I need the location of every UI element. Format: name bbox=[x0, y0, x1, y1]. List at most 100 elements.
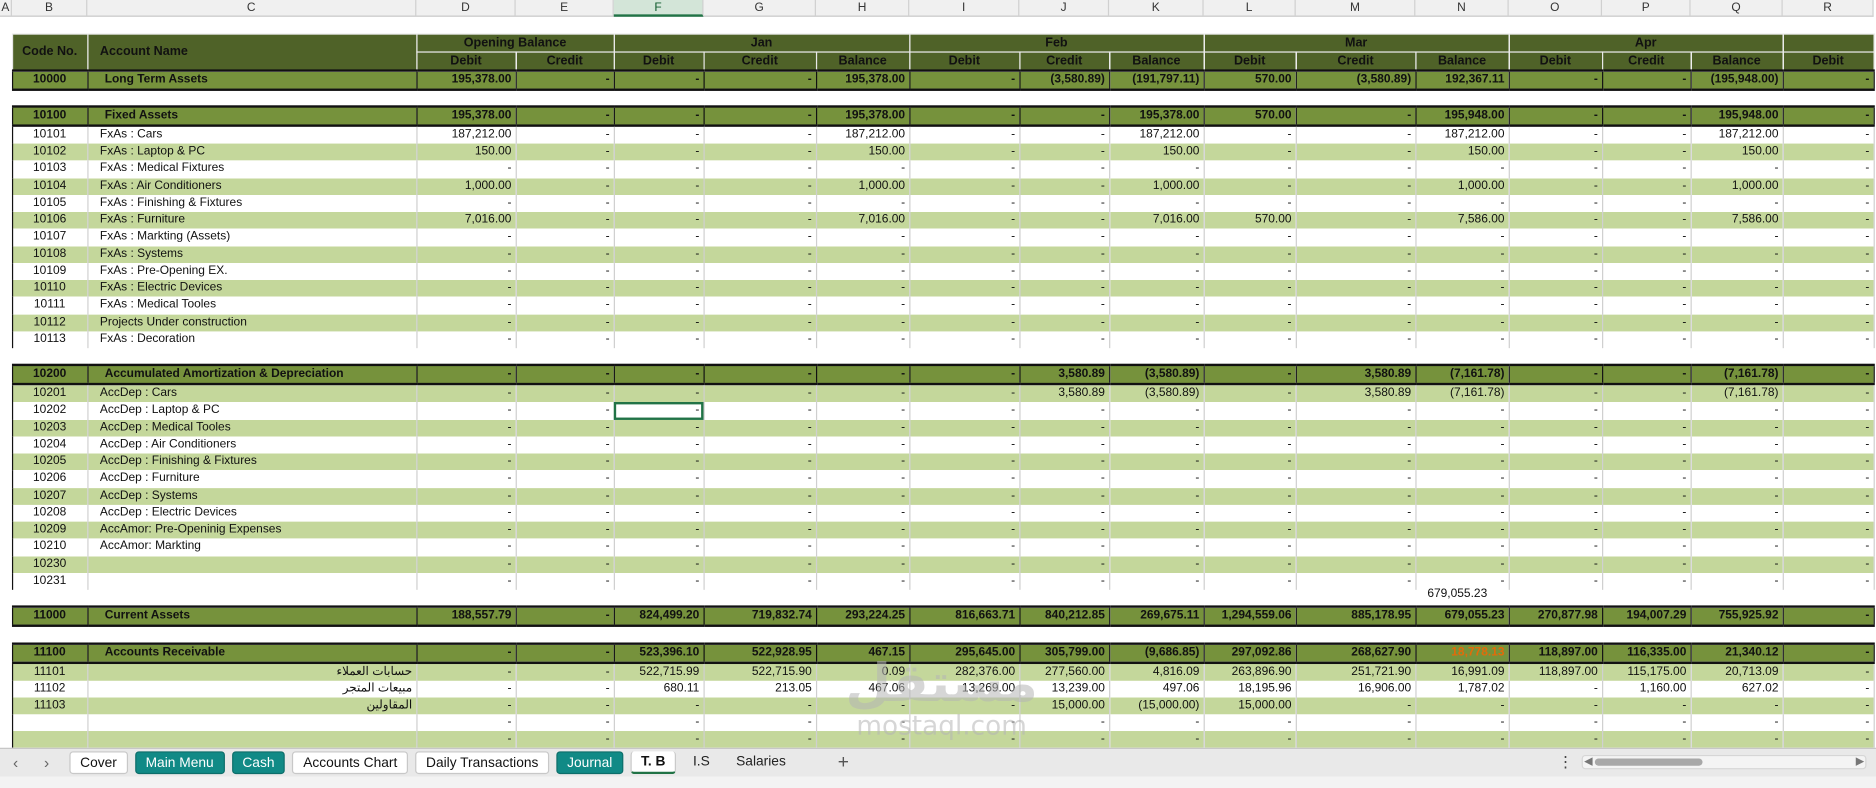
value-cell[interactable]: - bbox=[815, 245, 910, 263]
blank-cell[interactable] bbox=[1415, 626, 1508, 643]
value-cell[interactable]: - bbox=[1690, 487, 1784, 505]
value-cell[interactable]: - bbox=[703, 697, 817, 715]
value-cell[interactable]: - bbox=[1019, 279, 1110, 298]
blank-cell[interactable] bbox=[816, 17, 909, 34]
value-cell[interactable]: - bbox=[1109, 572, 1205, 590]
value-cell[interactable]: - bbox=[1602, 384, 1692, 403]
value-cell[interactable]: - bbox=[1690, 245, 1784, 263]
value-cell[interactable]: - bbox=[1782, 555, 1875, 573]
value-cell[interactable]: - bbox=[613, 125, 705, 144]
value-cell[interactable]: - bbox=[1602, 331, 1692, 349]
value-cell[interactable]: - bbox=[1782, 470, 1875, 488]
blank-cell[interactable] bbox=[1691, 626, 1783, 643]
value-cell[interactable]: (7,161.78) bbox=[1415, 384, 1510, 403]
value-cell[interactable]: - bbox=[613, 262, 705, 280]
value-cell[interactable]: - bbox=[415, 384, 517, 403]
blank-cell[interactable] bbox=[0, 626, 12, 643]
value-cell[interactable]: - bbox=[908, 331, 1020, 349]
value-cell[interactable]: - bbox=[1508, 453, 1603, 471]
value-cell[interactable]: - bbox=[1415, 314, 1510, 332]
value-cell[interactable]: - bbox=[703, 194, 817, 212]
value-cell[interactable]: - bbox=[1019, 125, 1110, 144]
value-cell[interactable]: 295,645.00 bbox=[908, 641, 1020, 664]
blank-cell[interactable] bbox=[1019, 17, 1109, 34]
value-cell[interactable]: - bbox=[1415, 279, 1510, 298]
value-cell[interactable]: - bbox=[1602, 436, 1692, 454]
value-cell[interactable]: - bbox=[1295, 731, 1416, 748]
value-cell[interactable]: - bbox=[415, 697, 517, 715]
value-cell[interactable]: (3,580.89) bbox=[1295, 69, 1416, 91]
value-cell[interactable]: - bbox=[1203, 297, 1297, 315]
value-cell[interactable]: 305,799.00 bbox=[1019, 641, 1110, 664]
value-cell[interactable]: - bbox=[1203, 262, 1297, 280]
value-cell[interactable]: - bbox=[1782, 194, 1875, 212]
account-name[interactable]: AccDep : Laptop & PC bbox=[87, 402, 417, 420]
value-cell[interactable]: - bbox=[1690, 731, 1784, 748]
value-cell[interactable]: - bbox=[1690, 572, 1784, 590]
value-cell[interactable]: - bbox=[815, 331, 910, 349]
value-cell[interactable]: - bbox=[1019, 521, 1110, 539]
blank-cell[interactable] bbox=[12, 626, 87, 643]
value-cell[interactable]: - bbox=[613, 487, 705, 505]
value-cell[interactable]: - bbox=[1019, 538, 1110, 556]
value-cell[interactable]: - bbox=[908, 572, 1020, 590]
value-cell[interactable]: - bbox=[613, 314, 705, 332]
value-cell[interactable]: - bbox=[1690, 470, 1784, 488]
value-cell[interactable]: - bbox=[415, 245, 517, 263]
value-cell[interactable]: - bbox=[1415, 160, 1510, 178]
value-cell[interactable]: - bbox=[1295, 436, 1416, 454]
value-cell[interactable]: - bbox=[908, 105, 1020, 127]
value-cell[interactable]: - bbox=[1782, 279, 1875, 298]
value-cell[interactable]: - bbox=[1203, 487, 1297, 505]
value-cell[interactable]: 4,816.09 bbox=[1109, 662, 1205, 681]
value-cell[interactable]: - bbox=[1602, 297, 1692, 315]
value-cell[interactable]: - bbox=[1415, 297, 1510, 315]
blank-cell[interactable] bbox=[614, 348, 704, 365]
account-code[interactable]: 10207 bbox=[11, 487, 88, 505]
value-cell[interactable]: - bbox=[1782, 160, 1875, 178]
blank-cell[interactable] bbox=[416, 89, 515, 106]
value-cell[interactable]: 1,000.00 bbox=[1109, 177, 1205, 195]
value-cell[interactable]: - bbox=[515, 143, 615, 161]
value-cell[interactable]: - bbox=[1295, 572, 1416, 590]
value-cell[interactable]: - bbox=[703, 125, 817, 144]
value-cell[interactable]: - bbox=[1602, 402, 1692, 420]
value-cell[interactable]: 570.00 bbox=[1203, 211, 1297, 229]
value-cell[interactable]: - bbox=[1508, 538, 1603, 556]
value-cell[interactable]: - bbox=[703, 521, 817, 539]
value-cell[interactable]: - bbox=[1508, 297, 1603, 315]
value-cell[interactable]: - bbox=[1019, 419, 1110, 437]
value-cell[interactable]: 497.06 bbox=[1109, 680, 1205, 698]
value-cell[interactable]: - bbox=[613, 143, 705, 161]
value-cell[interactable]: - bbox=[613, 555, 705, 573]
value-cell[interactable]: - bbox=[515, 555, 615, 573]
blank-cell[interactable] bbox=[1415, 89, 1508, 106]
value-cell[interactable]: - bbox=[515, 470, 615, 488]
add-sheet-icon[interactable]: + bbox=[831, 752, 855, 774]
value-cell[interactable]: - bbox=[1019, 731, 1110, 748]
account-code[interactable]: 10110 bbox=[11, 279, 88, 298]
blank-cell[interactable] bbox=[87, 17, 416, 34]
value-cell[interactable]: - bbox=[515, 105, 615, 127]
value-cell[interactable]: - bbox=[613, 384, 705, 403]
account-code[interactable]: 11000 bbox=[11, 605, 88, 628]
account-code[interactable] bbox=[11, 731, 88, 748]
value-cell[interactable]: - bbox=[703, 211, 817, 229]
value-cell[interactable]: - bbox=[1782, 605, 1875, 628]
account-name[interactable]: حسابات العملاء bbox=[87, 662, 417, 681]
value-cell[interactable]: - bbox=[1508, 504, 1603, 522]
value-cell[interactable]: - bbox=[1019, 160, 1110, 178]
value-cell[interactable]: - bbox=[515, 538, 615, 556]
column-header-g[interactable]: G bbox=[704, 0, 816, 17]
value-cell[interactable]: 3,580.89 bbox=[1295, 364, 1416, 386]
value-cell[interactable]: - bbox=[1109, 160, 1205, 178]
value-cell[interactable]: - bbox=[1295, 194, 1416, 212]
blank-cell[interactable] bbox=[0, 17, 12, 34]
account-code[interactable]: 10206 bbox=[11, 470, 88, 488]
value-cell[interactable]: 840,212.85 bbox=[1019, 605, 1110, 628]
value-cell[interactable]: (3,580.89) bbox=[1109, 364, 1205, 386]
value-cell[interactable]: - bbox=[1508, 697, 1603, 715]
value-cell[interactable]: 7,016.00 bbox=[815, 211, 910, 229]
account-code[interactable]: 10112 bbox=[11, 314, 88, 332]
blank-cell[interactable] bbox=[704, 626, 816, 643]
